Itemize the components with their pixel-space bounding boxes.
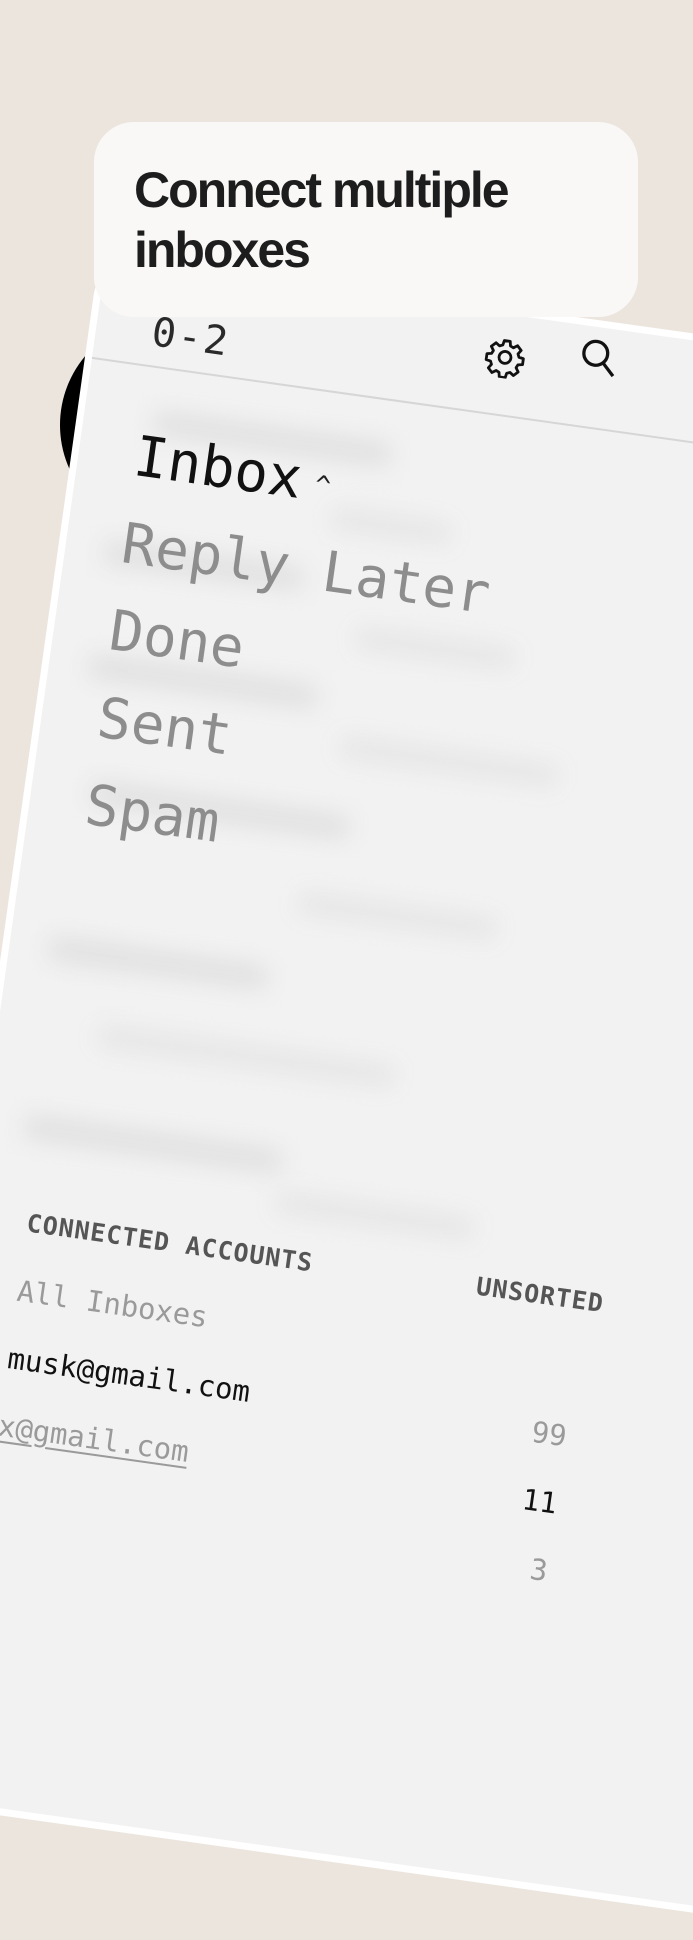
account-label: x@gmail.com xyxy=(0,1408,192,1469)
account-musk[interactable]: ● musk@gmail.com xyxy=(0,1341,253,1409)
connected-accounts-header: CONNECTED ACCOUNTS xyxy=(24,1208,316,1278)
chevron-up-icon: ^ xyxy=(312,470,333,503)
unsorted-header: UNSORTED xyxy=(474,1271,606,1319)
gear-icon[interactable] xyxy=(481,334,528,381)
account-label: musk@gmail.com xyxy=(5,1341,253,1409)
search-icon[interactable] xyxy=(574,333,624,383)
blurred-email-row xyxy=(296,891,498,941)
feature-callout: Connect multiple inboxes xyxy=(94,122,638,317)
folder-spam[interactable]: Spam xyxy=(81,773,224,856)
folder-sent[interactable]: Sent xyxy=(93,686,236,769)
blurred-email-row xyxy=(96,1024,397,1088)
account-x[interactable]: x@gmail.com xyxy=(0,1408,191,1468)
blurred-email-row xyxy=(22,1115,284,1174)
blurred-email-row xyxy=(330,506,453,546)
blurred-email-row xyxy=(274,1190,476,1241)
phone-screen: 0-2 Inbox ^ Reply Later Done Sent Spam CO… xyxy=(0,258,693,1932)
blurred-email-row xyxy=(47,936,269,990)
account-unsorted-count: 3 xyxy=(527,1551,550,1588)
email-counter: 0-2 xyxy=(148,309,233,366)
folder-label: Sent xyxy=(93,685,236,769)
blurred-email-row xyxy=(354,626,516,671)
phone-frame: 0-2 Inbox ^ Reply Later Done Sent Spam CO… xyxy=(0,250,693,1940)
selected-bullet-icon: ● xyxy=(0,1343,1,1365)
account-all-inboxes[interactable]: All Inboxes xyxy=(15,1274,210,1334)
account-unsorted-count: 99 xyxy=(529,1414,569,1454)
account-label: All Inboxes xyxy=(15,1273,210,1335)
blurred-email-row xyxy=(338,735,560,788)
folder-label: Spam xyxy=(81,772,224,856)
callout-title: Connect multiple inboxes xyxy=(134,162,510,278)
